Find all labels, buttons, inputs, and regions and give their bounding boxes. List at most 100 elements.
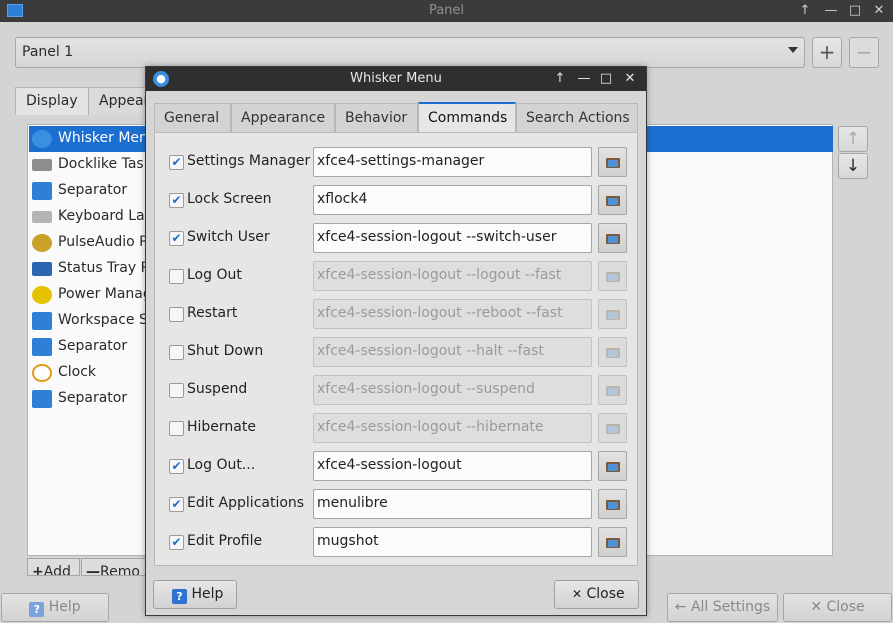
browse-button[interactable] [598, 375, 627, 405]
command-input[interactable]: xflock4 [313, 185, 592, 215]
command-input[interactable]: xfce4-session-logout --hibernate [313, 413, 592, 443]
panel-help-label: Help [48, 599, 81, 615]
close-window-icon[interactable]: ✕ [621, 70, 639, 88]
command-label[interactable]: Edit Profile [187, 533, 262, 549]
all-settings-label: All Settings [690, 599, 771, 615]
docklike-icon [32, 159, 52, 171]
command-input[interactable]: xfce4-session-logout --switch-user [313, 223, 592, 253]
panel-select[interactable]: Panel 1 [15, 37, 805, 68]
command-checkbox[interactable]: ✔ [169, 193, 184, 208]
command-checkbox[interactable] [169, 269, 184, 284]
help-icon: ? [29, 602, 45, 617]
minimize-icon[interactable]: — [822, 2, 840, 20]
command-input[interactable]: menulibre [313, 489, 592, 519]
maximize-up-icon[interactable]: ↑ [796, 2, 814, 20]
browse-button[interactable] [598, 413, 627, 443]
command-input[interactable]: xfce4-session-logout --halt --fast [313, 337, 592, 367]
command-row: Restart xfce4-session-logout --reboot --f… [155, 297, 639, 335]
command-checkbox[interactable]: ✔ [169, 497, 184, 512]
command-label[interactable]: Shut Down [187, 343, 263, 359]
tab-behavior[interactable]: Behavior [335, 103, 418, 133]
tab-commands[interactable]: Commands [418, 102, 516, 133]
browse-button[interactable] [598, 489, 627, 519]
workspace-icon [32, 312, 52, 330]
dialog-title: Whisker Menu [350, 71, 442, 86]
panel-item-label: Separator [58, 390, 128, 406]
command-label[interactable]: Suspend [187, 381, 247, 397]
command-input[interactable]: xfce4-session-logout [313, 451, 592, 481]
panel-item-label: Docklike Task [58, 156, 152, 172]
command-checkbox[interactable] [169, 345, 184, 360]
command-checkbox[interactable]: ✔ [169, 155, 184, 170]
tab-search-actions[interactable]: Search Actions [516, 103, 638, 133]
panel-item-label: Separator [58, 338, 128, 354]
panel-window-title: Panel [428, 3, 465, 18]
command-input[interactable]: xfce4-session-logout --reboot --fast [313, 299, 592, 329]
whisker-icon [32, 130, 52, 148]
command-label[interactable]: Restart [187, 305, 237, 321]
command-input[interactable]: xfce4-settings-manager [313, 147, 592, 177]
close-x-icon: ✕ [810, 599, 823, 615]
close-window-icon[interactable]: ✕ [870, 2, 888, 20]
whisker-menu-dialog: ● Whisker Menu ↑ — □ ✕ General Appearanc… [145, 66, 647, 616]
remove-panel-button[interactable]: − [849, 37, 879, 68]
add-item-button[interactable]: +Add [27, 558, 80, 576]
separator-icon [32, 390, 52, 408]
command-input[interactable]: xfce4-session-logout --logout --fast [313, 261, 592, 291]
command-row: Log Out xfce4-session-logout --logout --f… [155, 259, 639, 297]
minimize-icon[interactable]: — [575, 70, 593, 88]
dialog-titlebar: ● Whisker Menu ↑ — □ ✕ [146, 67, 646, 91]
command-checkbox[interactable]: ✔ [169, 535, 184, 550]
command-checkbox[interactable] [169, 421, 184, 436]
command-input[interactable]: xfce4-session-logout --suspend [313, 375, 592, 405]
browse-button[interactable] [598, 337, 627, 367]
folder-icon [606, 348, 620, 358]
command-label[interactable]: Log Out... [187, 457, 255, 473]
browse-button[interactable] [598, 223, 627, 253]
command-label[interactable]: Switch User [187, 229, 270, 245]
dialog-help-button[interactable]: ? Help [153, 580, 237, 609]
add-panel-button[interactable]: + [812, 37, 842, 68]
command-label[interactable]: Log Out [187, 267, 242, 283]
command-checkbox[interactable]: ✔ [169, 459, 184, 474]
tab-display[interactable]: Display [15, 87, 89, 115]
close-x-icon: ✕ [572, 587, 583, 601]
panel-close-button[interactable]: ✕ Close [783, 593, 892, 622]
restore-icon[interactable]: □ [846, 2, 864, 20]
browse-button[interactable] [598, 299, 627, 329]
browse-button[interactable] [598, 147, 627, 177]
command-row: ✔ Log Out... xfce4-session-logout [155, 449, 639, 487]
panel-help-button[interactable]: ? Help [1, 593, 109, 622]
move-up-button[interactable]: ↑ [838, 126, 868, 152]
remove-item-label: Remo [100, 564, 140, 576]
folder-icon [606, 500, 620, 510]
browse-button[interactable] [598, 451, 627, 481]
command-row: Suspend xfce4-session-logout --suspend [155, 373, 639, 411]
command-checkbox[interactable] [169, 307, 184, 322]
remove-item-button[interactable]: —Remo [81, 558, 147, 576]
command-label[interactable]: Settings Manager [187, 153, 310, 169]
command-input[interactable]: mugshot [313, 527, 592, 557]
command-checkbox[interactable]: ✔ [169, 231, 184, 246]
tab-general[interactable]: General [154, 103, 231, 133]
tab-appearance[interactable]: Appearance [231, 103, 335, 133]
command-row: ✔ Switch User xfce4-session-logout --switc… [155, 221, 639, 259]
maximize-icon[interactable]: □ [597, 70, 615, 88]
panel-item-label: Separator [58, 182, 128, 198]
panel-item-label: Clock [58, 364, 97, 380]
folder-icon [606, 538, 620, 548]
browse-button[interactable] [598, 527, 627, 557]
browse-button[interactable] [598, 185, 627, 215]
chevron-down-icon [788, 47, 798, 53]
command-label[interactable]: Edit Applications [187, 495, 304, 511]
browse-button[interactable] [598, 261, 627, 291]
command-label[interactable]: Hibernate [187, 419, 256, 435]
move-down-button[interactable]: ↓ [838, 153, 868, 179]
command-checkbox[interactable] [169, 383, 184, 398]
dialog-close-button[interactable]: ✕ Close [554, 580, 639, 609]
clock-icon [32, 364, 52, 382]
folder-icon [606, 424, 620, 434]
all-settings-button[interactable]: ← All Settings [667, 593, 778, 622]
keep-above-icon[interactable]: ↑ [551, 70, 569, 88]
command-label[interactable]: Lock Screen [187, 191, 272, 207]
